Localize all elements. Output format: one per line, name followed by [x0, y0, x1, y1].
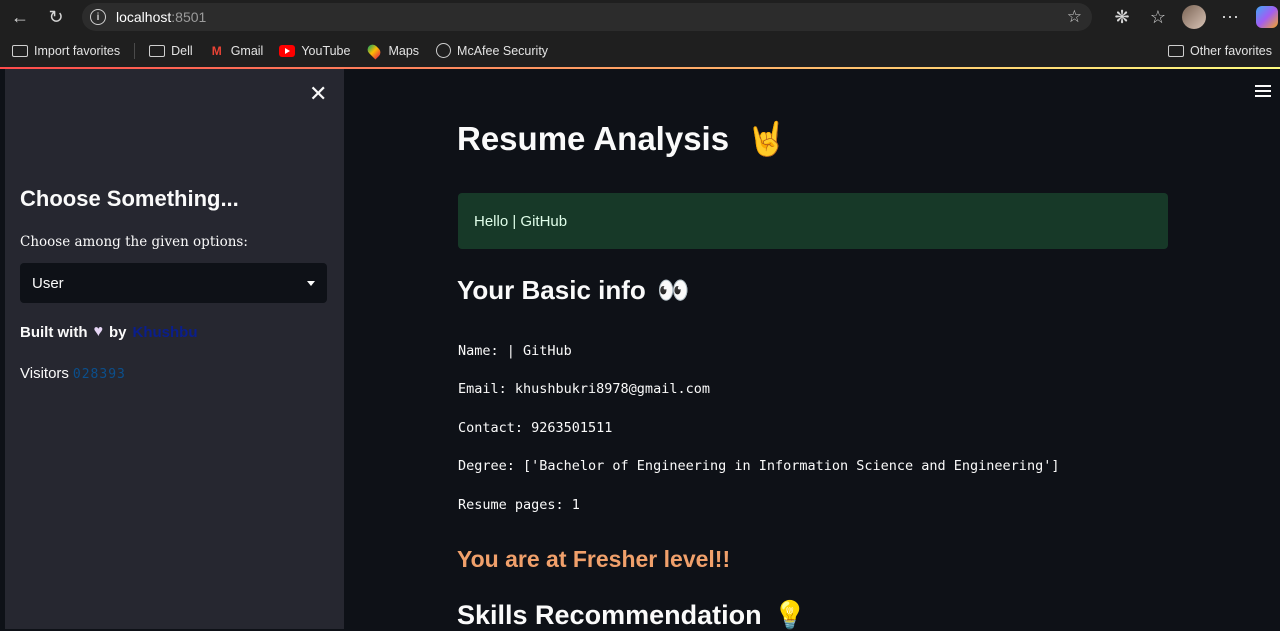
youtube-icon	[279, 43, 296, 59]
bookmark-label: Gmail	[230, 43, 264, 58]
skills-heading-text: Skills Recommendation	[457, 600, 762, 630]
bookmark-label: Dell	[171, 43, 193, 58]
more-menu-icon[interactable]: ⋯	[1212, 1, 1248, 33]
chevron-down-icon	[307, 281, 315, 286]
info-name: Name: | GitHub	[458, 343, 572, 359]
visitors-count: 028393	[72, 367, 126, 382]
bookmark-separator	[134, 42, 136, 59]
favorites-icon[interactable]: ☆	[1140, 1, 1176, 33]
extensions-icon[interactable]: ❋	[1104, 1, 1140, 33]
basic-info-heading-text: Your Basic info	[457, 275, 646, 305]
bookmark-label: Other favorites	[1190, 43, 1272, 58]
reload-icon[interactable]: ↻	[40, 1, 72, 33]
bookmark-youtube[interactable]: YouTube	[271, 38, 358, 64]
sidebar: ✕ Choose Something... Choose among the g…	[5, 69, 344, 629]
favorite-star-icon[interactable]: ☆	[1067, 7, 1082, 27]
info-resume-pages: Resume pages: 1	[458, 497, 580, 513]
bookmark-maps[interactable]: Maps	[358, 38, 427, 64]
basic-info-heading: Your Basic info 👀	[457, 275, 689, 306]
bookmark-dell[interactable]: Dell	[141, 38, 201, 64]
built-with-text: Built with	[20, 323, 88, 341]
bookmark-label: Import favorites	[34, 43, 121, 58]
bookmarks-bar: Import favorites Dell M Gmail YouTube Ma…	[0, 34, 1280, 67]
rock-hand-icon: 🤘	[746, 120, 788, 157]
page-title: Resume Analysis 🤘	[457, 120, 787, 159]
eyes-icon: 👀	[657, 275, 690, 305]
skills-heading: Skills Recommendation 💡	[457, 599, 807, 631]
user-type-select[interactable]: User	[20, 263, 327, 303]
globe-icon	[435, 43, 451, 59]
author-link[interactable]: Khushbu	[133, 324, 198, 341]
select-value: User	[32, 274, 64, 292]
bookmark-import-favorites[interactable]: Import favorites	[4, 38, 128, 64]
built-with-credit: Built with ♥ by Khushbu	[20, 323, 198, 341]
lightbulb-icon: 💡	[773, 600, 807, 630]
folder-icon	[1168, 43, 1185, 59]
select-label: Choose among the given options:	[20, 234, 248, 250]
back-icon[interactable]: ←	[4, 1, 36, 33]
bookmark-label: McAfee Security	[457, 43, 549, 58]
browser-toolbar: ← ↻ i localhost:8501 ☆ ❋ ☆ ⋯	[0, 0, 1280, 34]
visitors-label: Visitors	[20, 365, 69, 382]
url-text: localhost:8501	[116, 9, 207, 25]
folder-icon	[149, 43, 166, 59]
info-email: Email: khushbukri8978@gmail.com	[458, 381, 710, 397]
bookmark-mcafee[interactable]: McAfee Security	[427, 38, 556, 64]
close-sidebar-icon[interactable]: ✕	[309, 81, 327, 107]
address-bar[interactable]: i localhost:8501 ☆	[82, 3, 1092, 31]
success-alert: Hello | GitHub	[458, 193, 1168, 249]
maps-icon	[365, 42, 383, 59]
gmail-icon: M	[211, 43, 222, 58]
bookmark-label: YouTube	[301, 43, 351, 58]
experience-level-message: You are at Fresher level!!	[457, 546, 731, 572]
copilot-icon[interactable]	[1256, 6, 1278, 28]
sidebar-title: Choose Something...	[20, 186, 239, 211]
site-info-icon[interactable]: i	[90, 9, 106, 25]
bookmark-gmail[interactable]: M Gmail	[201, 38, 272, 64]
info-contact: Contact: 9263501511	[458, 420, 613, 436]
browser-right-tools: ❋ ☆ ⋯	[1104, 0, 1280, 34]
main-menu-icon[interactable]	[1255, 85, 1271, 100]
heart-icon: ♥	[93, 323, 104, 340]
import-icon	[12, 43, 28, 59]
visitors-counter: Visitors 028393	[20, 365, 126, 382]
bookmark-label: Maps	[388, 43, 420, 58]
bookmark-other-favorites[interactable]: Other favorites	[1160, 34, 1280, 67]
by-text: by	[109, 323, 127, 341]
page-title-text: Resume Analysis	[457, 120, 730, 157]
profile-avatar[interactable]	[1182, 5, 1206, 29]
info-degree: Degree: ['Bachelor of Engineering in Inf…	[458, 458, 1060, 474]
